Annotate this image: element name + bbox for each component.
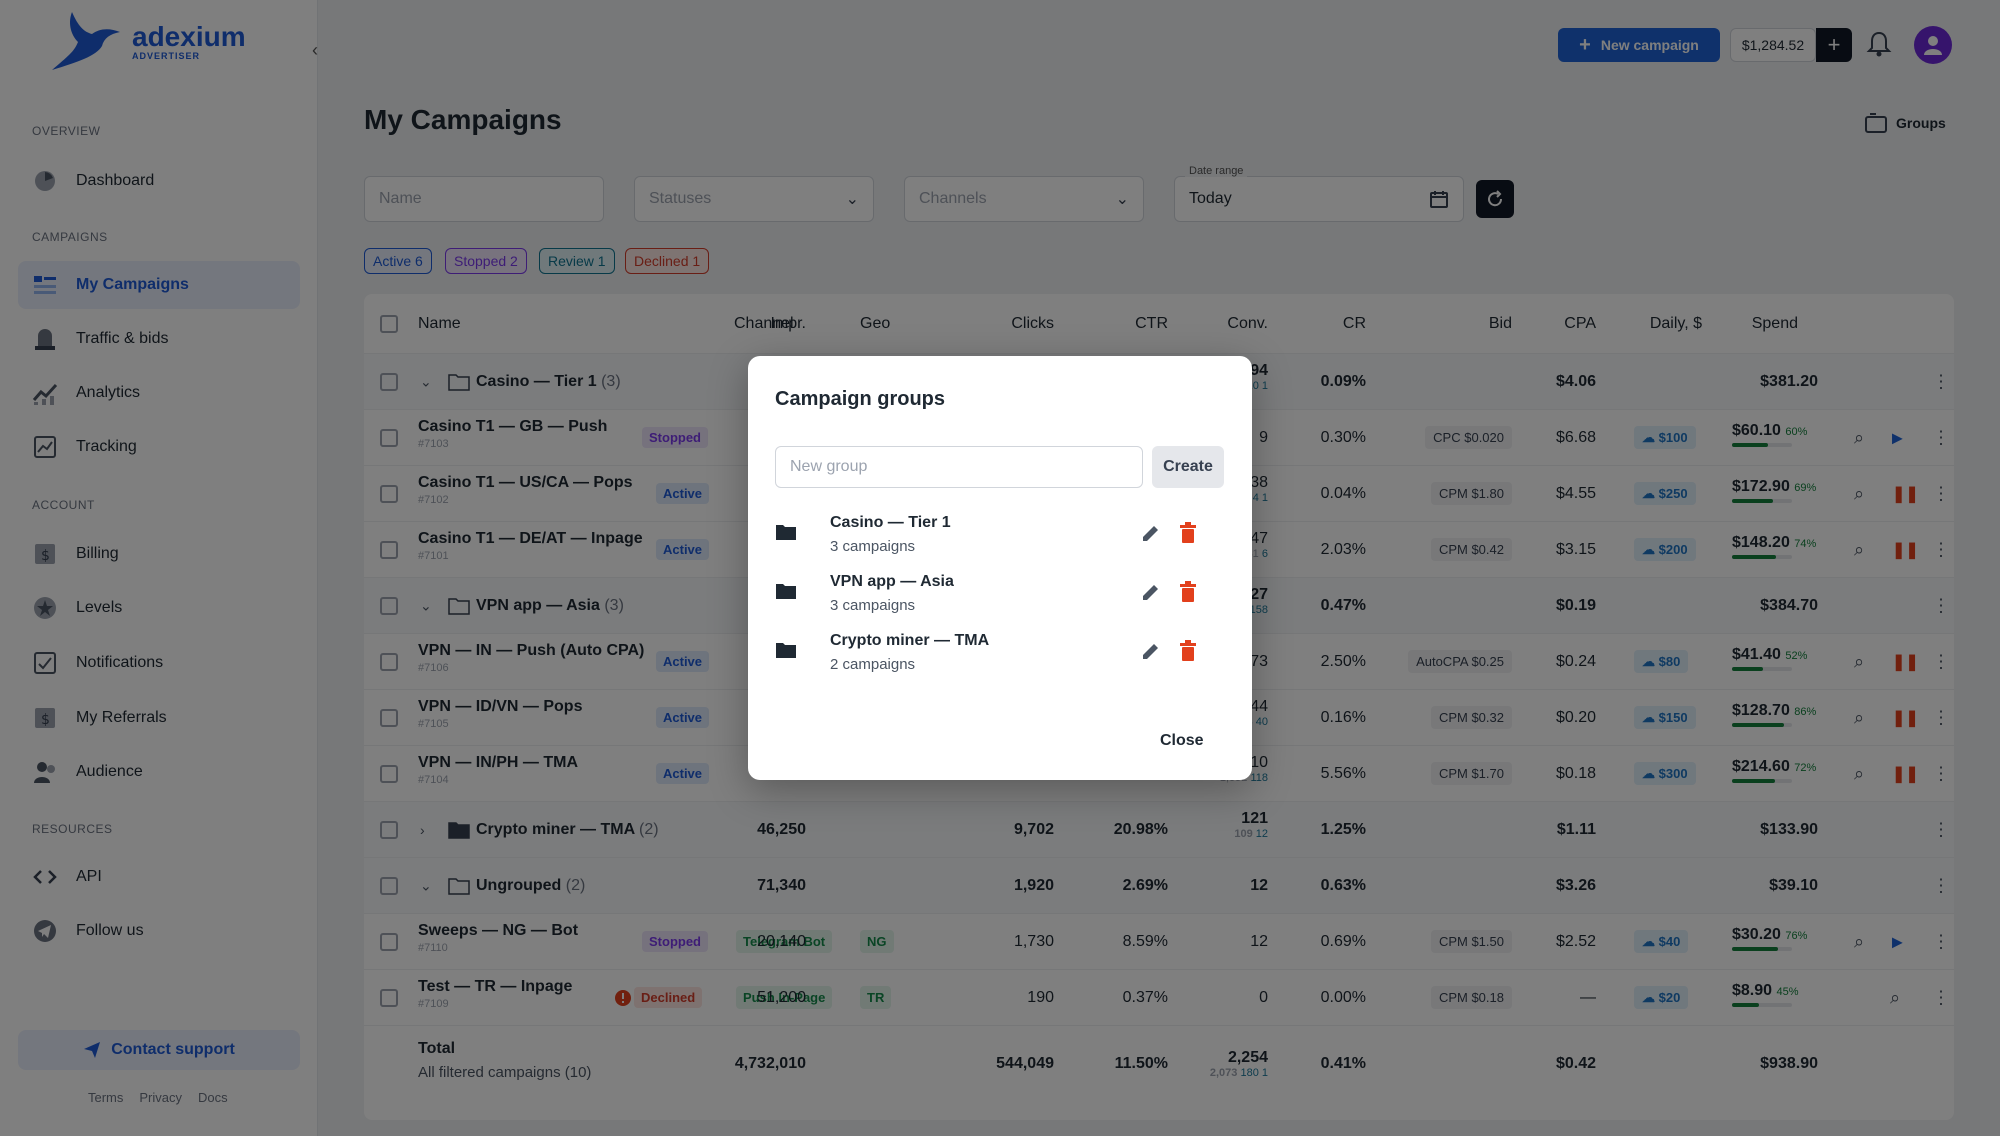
group-item: Casino — Tier 1 3 campaigns (775, 508, 1225, 564)
delete-icon[interactable] (1178, 640, 1198, 662)
close-button[interactable]: Close (1160, 732, 1204, 750)
new-group-placeholder: New group (790, 458, 868, 475)
delete-icon[interactable] (1178, 522, 1198, 544)
edit-icon[interactable] (1140, 640, 1162, 662)
create-group-button[interactable]: Create (1152, 446, 1224, 488)
group-count: 3 campaigns (830, 538, 916, 555)
folder-icon (776, 525, 796, 540)
group-count: 3 campaigns (830, 597, 916, 614)
new-group-input[interactable]: New group (775, 446, 1143, 488)
delete-icon[interactable] (1178, 581, 1198, 603)
folder-icon (776, 584, 796, 599)
dialog-title: Campaign groups (775, 388, 946, 410)
edit-icon[interactable] (1140, 522, 1162, 544)
group-item: VPN app — Asia 3 campaigns (775, 567, 1225, 623)
edit-icon[interactable] (1140, 581, 1162, 603)
group-count: 2 campaigns (830, 656, 916, 673)
group-item: Crypto miner — TMA 2 campaigns (775, 626, 1225, 682)
group-name: VPN app — Asia (830, 573, 954, 590)
campaign-groups-dialog: Campaign groups New group Create Casino … (748, 356, 1252, 780)
folder-icon (776, 643, 796, 658)
group-name: Crypto miner — TMA (830, 632, 990, 649)
group-name: Casino — Tier 1 (830, 514, 951, 531)
